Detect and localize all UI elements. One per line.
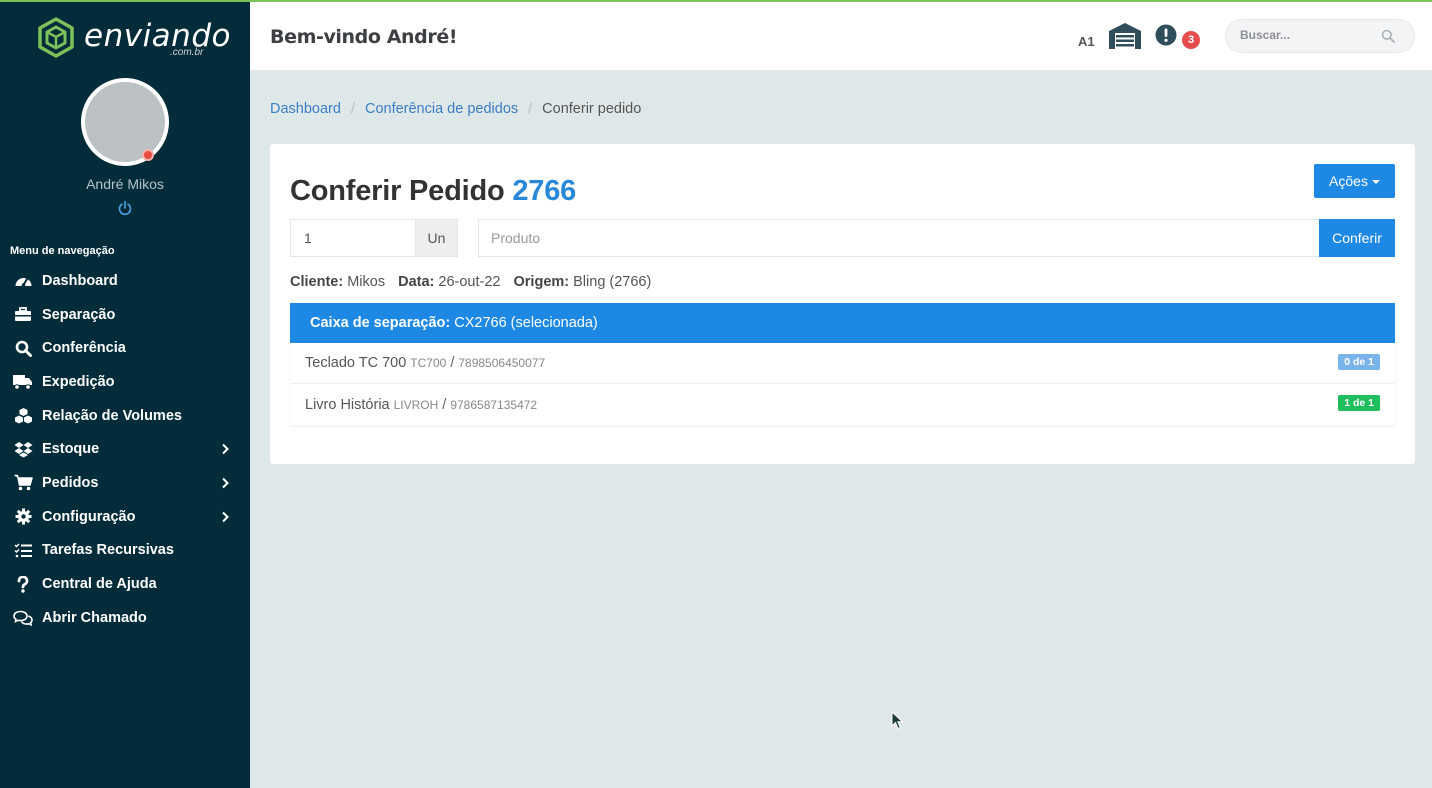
brand-logo[interactable]: enviando .com.br bbox=[36, 16, 230, 62]
sidebar-item-label: Tarefas Recursivas bbox=[42, 542, 174, 559]
chevron-right-icon bbox=[222, 477, 229, 489]
box-value: CX2766 (selecionada) bbox=[454, 315, 598, 331]
check-button[interactable]: Conferir bbox=[1319, 219, 1395, 257]
sidebar-item-separacao[interactable]: Separação bbox=[0, 298, 250, 332]
chevron-right-icon bbox=[222, 511, 229, 523]
page-title-text: Conferir Pedido bbox=[290, 175, 505, 207]
unit-addon: Un bbox=[415, 219, 458, 257]
item-ean: 9786587135472 bbox=[450, 397, 538, 412]
dropbox-icon bbox=[13, 440, 33, 458]
order-number: 2766 bbox=[512, 175, 577, 207]
breadcrumb-separator: / bbox=[528, 101, 533, 117]
sidebar-item-conferencia[interactable]: Conferência bbox=[0, 331, 250, 365]
quantity-input[interactable] bbox=[290, 219, 416, 257]
item-ean: 7898506450077 bbox=[458, 356, 546, 370]
item-sku: TC700 bbox=[410, 356, 447, 370]
chevron-right-icon bbox=[222, 444, 229, 455]
sidebar-item-label: Pedidos bbox=[42, 474, 99, 491]
boxes-icon bbox=[13, 407, 33, 425]
status-indicator bbox=[142, 149, 154, 161]
breadcrumb-conferencia[interactable]: Conferência de pedidos bbox=[365, 101, 518, 117]
sidebar-item-expedicao[interactable]: Expedição bbox=[0, 365, 250, 399]
top-accent-line bbox=[0, 0, 1432, 2]
search-icon bbox=[13, 339, 33, 357]
breadcrumb: Dashboard / Conferência de pedidos / Con… bbox=[270, 101, 641, 117]
picking-box-header[interactable]: Caixa de separação: CX2766 (selecionada) bbox=[290, 303, 1395, 343]
cart-icon bbox=[13, 474, 33, 492]
item-progress-badge: 1 de 1 bbox=[1338, 395, 1380, 411]
search-icon[interactable] bbox=[1381, 29, 1395, 43]
item-separator: / bbox=[450, 355, 455, 371]
sidebar-item-label: Central de Ajuda bbox=[42, 576, 157, 593]
sidebar-item-label: Relação de Volumes bbox=[42, 407, 182, 424]
sidebar-item-label: Dashboard bbox=[42, 272, 118, 289]
briefcase-icon bbox=[13, 306, 33, 324]
brand-domain: .com.br bbox=[170, 47, 204, 58]
chat-icon bbox=[13, 609, 33, 627]
nav-menu: Dashboard Separação Conferência Expediçã… bbox=[0, 264, 250, 635]
item-separator: / bbox=[442, 396, 447, 413]
breadcrumb-separator: / bbox=[350, 101, 355, 117]
item-progress-badge: 0 de 1 bbox=[1338, 354, 1380, 370]
item-name: Teclado TC 700 bbox=[305, 355, 407, 371]
caret-down-icon bbox=[1371, 179, 1380, 184]
sidebar-item-label: Separação bbox=[42, 306, 116, 323]
sidebar-item-label: Expedição bbox=[42, 373, 115, 390]
item-sku: LIVROH bbox=[393, 397, 439, 412]
avatar[interactable] bbox=[81, 78, 169, 166]
item-name: Livro História bbox=[305, 396, 390, 413]
data-label: Data: bbox=[398, 274, 435, 290]
sidebar-item-label: Configuração bbox=[42, 508, 136, 525]
search-box bbox=[1225, 19, 1415, 53]
sidebar: enviando .com.br André Mikos Menu de nav… bbox=[0, 0, 250, 788]
welcome-title: Bem-vindo André! bbox=[270, 26, 458, 48]
top-header: Bem-vindo André! A1 3 bbox=[250, 2, 1432, 71]
breadcrumb-current: Conferir pedido bbox=[542, 101, 642, 117]
question-icon bbox=[13, 575, 33, 593]
search-input[interactable] bbox=[1240, 28, 1380, 42]
sidebar-item-dashboard[interactable]: Dashboard bbox=[0, 264, 250, 298]
actions-dropdown-button[interactable]: Ações bbox=[1314, 164, 1395, 198]
gear-icon bbox=[13, 508, 33, 526]
alert-icon[interactable] bbox=[1155, 24, 1177, 46]
sidebar-item-tarefas[interactable]: Tarefas Recursivas bbox=[0, 534, 250, 568]
warehouse-code[interactable]: A1 bbox=[1078, 34, 1095, 49]
sidebar-item-ajuda[interactable]: Central de Ajuda bbox=[0, 567, 250, 601]
box-label: Caixa de separação: bbox=[310, 315, 451, 331]
origem-label: Origem: bbox=[513, 274, 570, 290]
speedometer-icon bbox=[13, 272, 33, 290]
order-meta: Cliente: Mikos Data: 26-out-22 Origem: B… bbox=[290, 274, 651, 290]
sidebar-item-label: Estoque bbox=[42, 441, 100, 458]
cube-logo-icon bbox=[38, 17, 74, 58]
warehouse-icon[interactable] bbox=[1108, 22, 1142, 50]
alert-count-badge: 3 bbox=[1182, 31, 1200, 49]
sidebar-item-pedidos[interactable]: Pedidos bbox=[0, 466, 250, 500]
menu-title: Menu de navegação bbox=[10, 245, 115, 257]
origem-value: Bling (2766) bbox=[573, 274, 652, 290]
brand-name: enviando bbox=[84, 18, 231, 54]
sidebar-item-configuracao[interactable]: Configuração bbox=[0, 500, 250, 534]
page-title: Conferir Pedido 2766 bbox=[290, 175, 576, 208]
list-item[interactable]: Livro História LIVROH / 9786587135472 1 … bbox=[290, 384, 1395, 425]
sidebar-item-relacao-volumes[interactable]: Relação de Volumes bbox=[0, 399, 250, 433]
sidebar-item-chamado[interactable]: Abrir Chamado bbox=[0, 601, 250, 635]
data-value: 26-out-22 bbox=[438, 274, 501, 290]
order-check-card: Conferir Pedido 2766 Ações Un Conferir C… bbox=[270, 144, 1415, 464]
sidebar-item-estoque[interactable]: Estoque bbox=[0, 432, 250, 466]
truck-icon bbox=[13, 373, 33, 391]
item-list: Teclado TC 700 TC700 / 7898506450077 0 d… bbox=[290, 343, 1395, 425]
sidebar-item-label: Conferência bbox=[42, 340, 126, 357]
tasks-icon bbox=[13, 541, 33, 559]
mouse-cursor-icon bbox=[891, 711, 904, 730]
breadcrumb-dashboard[interactable]: Dashboard bbox=[270, 101, 341, 117]
cliente-value: Mikos bbox=[347, 274, 386, 290]
actions-label: Ações bbox=[1329, 173, 1368, 189]
user-name: André Mikos bbox=[86, 176, 164, 192]
sidebar-item-label: Abrir Chamado bbox=[42, 609, 147, 626]
power-icon[interactable] bbox=[117, 200, 133, 216]
product-input[interactable] bbox=[478, 219, 1320, 257]
cliente-label: Cliente: bbox=[290, 274, 344, 290]
list-item[interactable]: Teclado TC 700 TC700 / 7898506450077 0 d… bbox=[290, 343, 1395, 384]
